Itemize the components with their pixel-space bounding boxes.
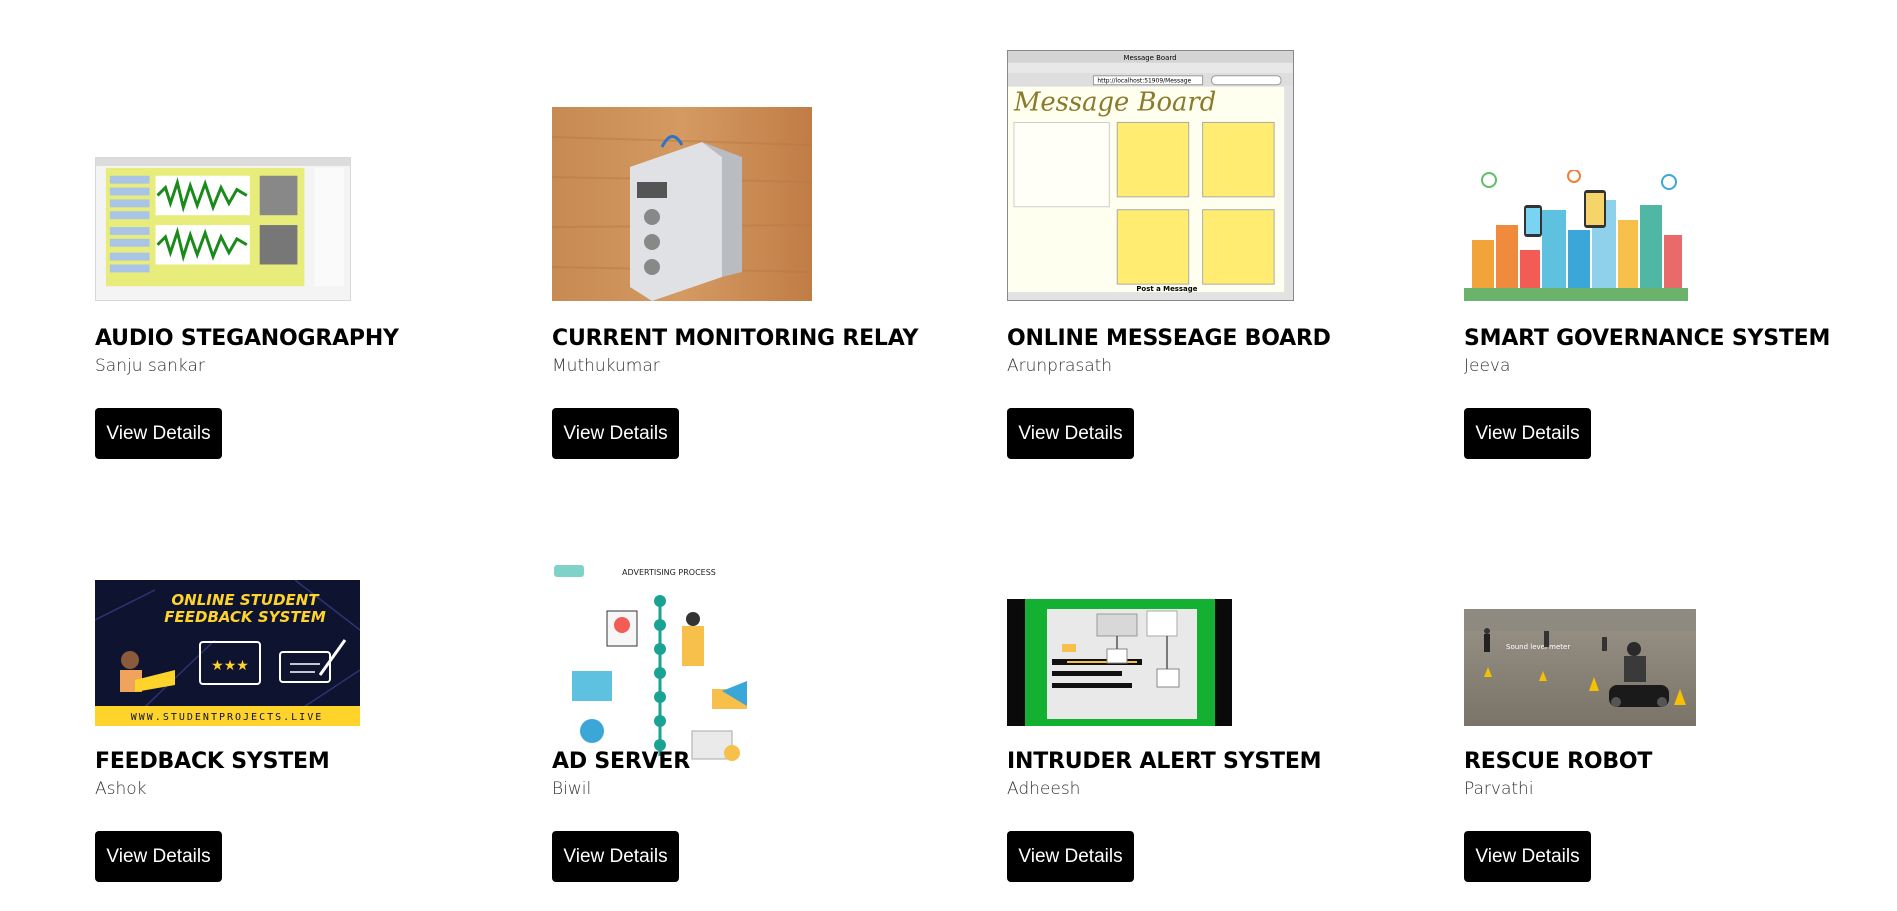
project-author: Parvathi [1464, 779, 1534, 799]
project-author: Adheesh [1007, 779, 1081, 799]
project-title: AUDIO STEGANOGRAPHY [95, 326, 399, 351]
view-details-button[interactable]: View Details [1464, 831, 1591, 882]
post-message-text: Post a Message [1136, 285, 1197, 293]
project-title: ONLINE MESSEAGE BOARD [1007, 326, 1331, 351]
project-card-rescue-robot: Sound level meter RESCUE ROBOT Parvathi … [1464, 463, 1884, 882]
project-image [552, 107, 812, 301]
view-details-button[interactable]: View Details [552, 408, 679, 459]
board-heading: Message Board [1013, 88, 1216, 118]
project-image [1464, 170, 1688, 301]
project-title: FEEDBACK SYSTEM [95, 749, 330, 774]
project-title: RESCUE ROBOT [1464, 749, 1653, 774]
banner-line1: ONLINE STUDENT [171, 591, 320, 609]
banner-line2: FEEDBACK SYSTEM [164, 608, 326, 626]
project-card-current-monitoring-relay: CURRENT MONITORING RELAY Muthukumar View… [552, 40, 972, 459]
project-card-intruder-alert-system: INTRUDER ALERT SYSTEM Adheesh View Detai… [1007, 463, 1427, 882]
project-image: ONLINE STUDENT FEEDBACK SYSTEM ★★★ WWW.S… [95, 580, 360, 726]
project-card-online-message-board: Message Board http://localhost:51909/Mes… [1007, 40, 1427, 459]
svg-text:★★★: ★★★ [211, 658, 249, 674]
project-image [95, 157, 351, 301]
project-author: Ashok [95, 779, 147, 799]
view-details-button[interactable]: View Details [1007, 408, 1134, 459]
project-card-ad-server: ADVERTISING PROCESS AD SERVER Biwil View… [552, 463, 972, 882]
project-image: Sound level meter [1464, 609, 1696, 726]
project-image [1007, 599, 1232, 726]
banner-footer: WWW.STUDENTPROJECTS.LIVE [131, 712, 324, 723]
project-image: Message Board http://localhost:51909/Mes… [1007, 50, 1294, 301]
project-title: AD SERVER [552, 749, 690, 774]
project-author: Arunprasath [1007, 356, 1113, 376]
project-card-feedback-system: ONLINE STUDENT FEEDBACK SYSTEM ★★★ WWW.S… [95, 463, 515, 882]
view-details-button[interactable]: View Details [552, 831, 679, 882]
view-details-button[interactable]: View Details [1464, 408, 1591, 459]
project-card-smart-governance-system: SMART GOVERNANCE SYSTEM Jeeva View Detai… [1464, 40, 1884, 459]
project-image: ADVERTISING PROCESS [552, 561, 761, 770]
project-author: Muthukumar [552, 356, 660, 376]
project-title: INTRUDER ALERT SYSTEM [1007, 749, 1322, 774]
project-title: CURRENT MONITORING RELAY [552, 326, 919, 351]
project-author: Biwil [552, 779, 592, 799]
view-details-button[interactable]: View Details [95, 408, 222, 459]
url-text: http://localhost:51909/Message [1097, 78, 1191, 85]
window-title: Message Board [1123, 54, 1176, 62]
project-author: Jeeva [1464, 356, 1511, 376]
view-details-button[interactable]: View Details [1007, 831, 1134, 882]
infographic-heading: ADVERTISING PROCESS [622, 568, 716, 577]
view-details-button[interactable]: View Details [95, 831, 222, 882]
project-card-audio-steganography: AUDIO STEGANOGRAPHY Sanju sankar View De… [95, 40, 515, 459]
project-author: Sanju sankar [95, 356, 205, 376]
photo-label: Sound level meter [1506, 643, 1570, 651]
project-title: SMART GOVERNANCE SYSTEM [1464, 326, 1831, 351]
